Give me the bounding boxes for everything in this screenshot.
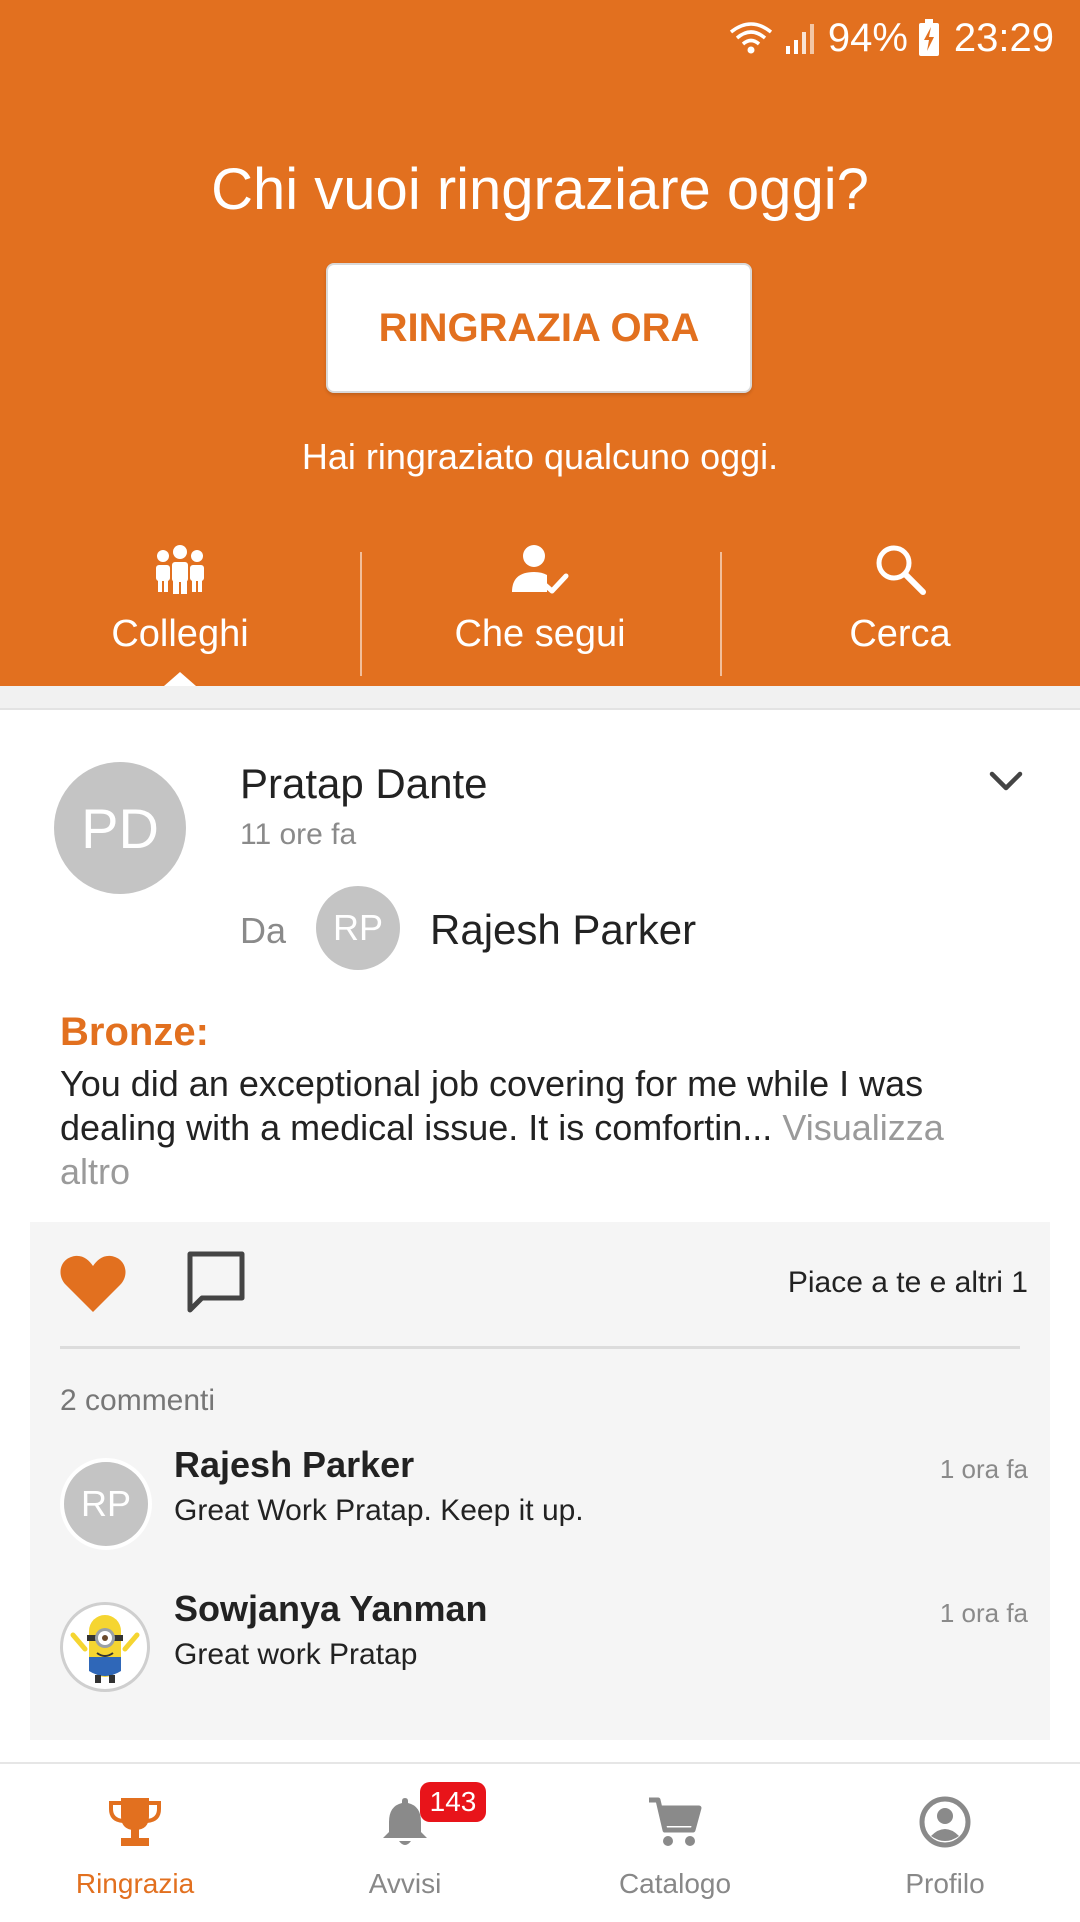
chevron-down-icon[interactable] (988, 770, 1024, 799)
tab-following-label: Che segui (454, 613, 626, 655)
nav-thank-label: Ringrazia (75, 1868, 195, 1899)
nav-profile[interactable]: Profilo (810, 1764, 1080, 1922)
divider (60, 1346, 1020, 1349)
header-tabs: Colleghi Che segui Cerca (0, 530, 1080, 686)
search-icon (873, 542, 927, 601)
recipient-name[interactable]: Pratap Dante (240, 760, 488, 808)
wifi-icon (728, 20, 774, 56)
header: 94% 23:29 Chi vuoi ringraziare oggi? RIN… (0, 0, 1080, 686)
tab-search[interactable]: Cerca (720, 530, 1080, 686)
battery-charging-icon (918, 19, 940, 57)
status-bar: 94% 23:29 (728, 14, 1054, 62)
comment-icon[interactable] (184, 1250, 248, 1321)
minion-avatar[interactable] (60, 1602, 150, 1692)
likes-summary[interactable]: Piace a te e altri 1 (788, 1266, 1028, 1300)
recipient-avatar[interactable]: PD (54, 762, 186, 894)
thank-now-button[interactable]: RINGRAZIA ORA (326, 263, 752, 393)
nav-catalog-label: Catalogo (618, 1868, 732, 1899)
thanked-status-text: Hai ringraziato qualcuno oggi. (301, 436, 779, 477)
team-icon (151, 542, 209, 601)
tab-search-label: Cerca (849, 613, 951, 655)
bottom-navigation: Ringrazia 143 Avvisi Catalogo Profilo (0, 1762, 1080, 1922)
comments-count: 2 commenti (60, 1384, 216, 1417)
notification-count-badge: 143 (420, 1782, 486, 1822)
selected-tab-indicator (164, 672, 196, 686)
nav-catalog[interactable]: Catalogo (540, 1764, 810, 1922)
comment-text: Great work Pratap (174, 1638, 418, 1671)
nav-notifications[interactable]: 143 Avvisi (270, 1764, 540, 1922)
nav-thank[interactable]: Ringrazia (0, 1764, 270, 1922)
comment-author[interactable]: Rajesh Parker (174, 1444, 414, 1486)
comment-timestamp: 1 ora fa (939, 1454, 1028, 1484)
battery-percent: 94% (827, 15, 908, 60)
from-label: Da (240, 910, 287, 951)
tab-following[interactable]: Che segui (360, 530, 720, 686)
comment-item: Sowjanya Yanman Great work Pratap 1 ora … (30, 1588, 1050, 1708)
tab-colleagues[interactable]: Colleghi (0, 530, 360, 686)
cart-icon (647, 1794, 703, 1855)
person-check-icon (510, 542, 570, 601)
comment-author[interactable]: Sowjanya Yanman (174, 1588, 487, 1630)
heart-icon[interactable] (58, 1252, 128, 1319)
trophy-icon (107, 1794, 163, 1855)
signal-icon (784, 20, 818, 56)
award-badge-label: Bronze: (60, 1010, 209, 1054)
nav-notifications-label: Avvisi (368, 1868, 442, 1899)
section-separator (0, 686, 1080, 710)
post-message: You did an exceptional job covering for … (60, 1062, 1020, 1194)
comment-text: Great Work Pratap. Keep it up. (174, 1494, 584, 1527)
comment-timestamp: 1 ora fa (939, 1598, 1028, 1628)
tab-colleagues-label: Colleghi (111, 613, 249, 655)
sender-avatar[interactable]: RP (316, 886, 400, 970)
profile-icon (917, 1794, 973, 1855)
comment-item: RP Rajesh Parker Great Work Pratap. Keep… (30, 1444, 1050, 1564)
sender-name[interactable]: Rajesh Parker (430, 906, 696, 954)
post-timestamp: 11 ore fa (240, 818, 357, 851)
commenter-avatar[interactable]: RP (60, 1458, 152, 1550)
clock: 23:29 (953, 15, 1054, 60)
page-title: Chi vuoi ringraziare oggi? (211, 157, 869, 222)
nav-profile-label: Profilo (905, 1868, 985, 1899)
interaction-panel: Piace a te e altri 1 2 commenti RP Rajes… (30, 1222, 1050, 1740)
